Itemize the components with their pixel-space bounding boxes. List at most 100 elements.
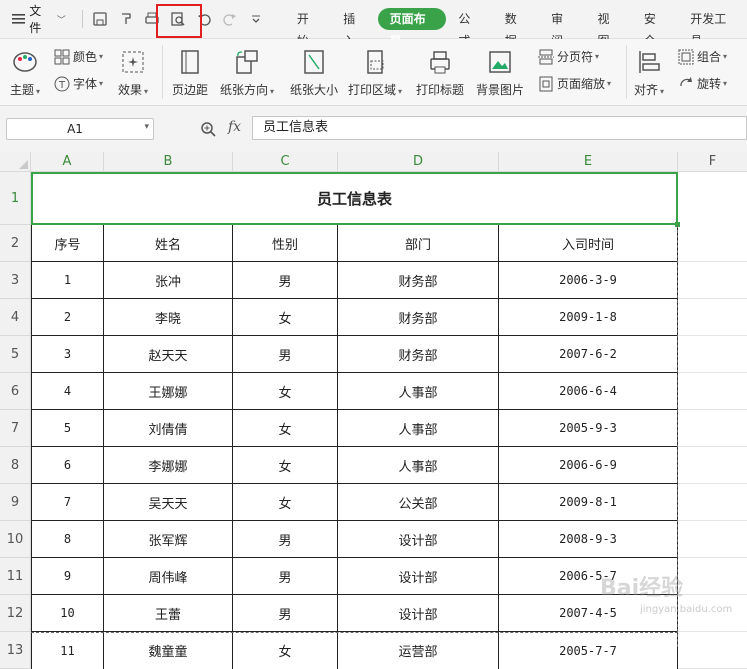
table-cell-department[interactable]: 设计部	[338, 558, 499, 595]
row-header-11[interactable]: 11	[0, 558, 31, 595]
empty-cell[interactable]	[678, 373, 747, 410]
header-cell-hire-date[interactable]: 入司时间	[499, 225, 678, 262]
table-cell-hire-date[interactable]: 2009-8-1	[499, 484, 678, 521]
row-header-8[interactable]: 8	[0, 447, 31, 484]
table-cell-hire-date[interactable]: 2007-6-2	[499, 336, 678, 373]
row-header-9[interactable]: 9	[0, 484, 31, 521]
table-cell-name[interactable]: 王娜娜	[104, 373, 233, 410]
tab-insert[interactable]: 插入	[331, 8, 377, 48]
row-header-2[interactable]: 2	[0, 225, 31, 262]
row-header-1[interactable]: 1	[0, 172, 31, 225]
table-cell-department[interactable]: 人事部	[338, 447, 499, 484]
table-cell-name[interactable]: 张冲	[104, 262, 233, 299]
column-header-c[interactable]: C	[233, 152, 338, 172]
row-header-5[interactable]: 5	[0, 336, 31, 373]
table-cell-serial[interactable]: 1	[31, 262, 104, 299]
empty-cell[interactable]	[678, 336, 747, 373]
table-cell-gender[interactable]: 男	[233, 262, 338, 299]
table-cell-department[interactable]: 设计部	[338, 521, 499, 558]
table-cell-department[interactable]: 人事部	[338, 410, 499, 447]
table-cell-hire-date[interactable]: 2005-7-7	[499, 632, 678, 669]
table-cell-serial[interactable]: 7	[31, 484, 104, 521]
sheet-title-cell[interactable]: 员工信息表	[31, 172, 680, 227]
save-icon[interactable]	[89, 8, 111, 30]
empty-cell[interactable]	[678, 410, 747, 447]
tab-page-layout[interactable]: 页面布局	[377, 8, 447, 48]
table-cell-name[interactable]: 刘倩倩	[104, 410, 233, 447]
zoom-icon[interactable]	[200, 121, 216, 137]
row-header-7[interactable]: 7	[0, 410, 31, 447]
header-cell-department[interactable]: 部门	[338, 225, 499, 262]
tab-formulas[interactable]: 公式	[446, 8, 492, 48]
format-painter-icon[interactable]	[115, 8, 137, 30]
background-image-button[interactable]: 背景图片	[476, 49, 524, 98]
redo-icon[interactable]	[219, 8, 241, 30]
empty-cell[interactable]	[678, 521, 747, 558]
table-cell-name[interactable]: 王蕾	[104, 595, 233, 632]
table-cell-department[interactable]: 人事部	[338, 373, 499, 410]
table-cell-serial[interactable]: 5	[31, 410, 104, 447]
formula-input[interactable]: 员工信息表	[252, 116, 747, 140]
select-all-corner[interactable]	[0, 152, 31, 172]
table-cell-gender[interactable]: 男	[233, 521, 338, 558]
theme-button[interactable]: 主题 ▾	[10, 49, 40, 98]
tab-view[interactable]: 视图	[586, 8, 632, 48]
column-header-b[interactable]: B	[104, 152, 233, 172]
table-cell-name[interactable]: 李娜娜	[104, 447, 233, 484]
orientation-button[interactable]: 纸张方向 ▾	[220, 49, 274, 98]
empty-cell[interactable]	[678, 262, 747, 299]
empty-cell[interactable]	[678, 558, 747, 595]
table-cell-serial[interactable]: 3	[31, 336, 104, 373]
tab-security[interactable]: 安全	[632, 8, 678, 48]
fx-icon[interactable]: fx	[228, 119, 241, 135]
fonts-button[interactable]: T 字体 ▾	[54, 75, 103, 92]
empty-cell[interactable]	[678, 447, 747, 484]
table-cell-serial[interactable]: 6	[31, 447, 104, 484]
table-cell-gender[interactable]: 男	[233, 595, 338, 632]
header-cell-serial[interactable]: 序号	[31, 225, 104, 262]
paper-size-button[interactable]: 纸张大小	[290, 49, 338, 98]
table-cell-gender[interactable]: 女	[233, 632, 338, 669]
row-header-3[interactable]: 3	[0, 262, 31, 299]
table-cell-department[interactable]: 财务部	[338, 262, 499, 299]
table-cell-hire-date[interactable]: 2006-6-9	[499, 447, 678, 484]
table-cell-hire-date[interactable]: 2006-3-9	[499, 262, 678, 299]
row-header-12[interactable]: 12	[0, 595, 31, 632]
row-header-13[interactable]: 13	[0, 632, 31, 669]
row-header-6[interactable]: 6	[0, 373, 31, 410]
print-area-button[interactable]: 打印区域 ▾	[348, 49, 402, 98]
table-cell-gender[interactable]: 女	[233, 299, 338, 336]
table-cell-department[interactable]: 运营部	[338, 632, 499, 669]
page-break-button[interactable]: 分页符 ▾	[538, 48, 599, 65]
table-cell-gender[interactable]: 女	[233, 410, 338, 447]
page-scaling-button[interactable]: 页面缩放 ▾	[538, 75, 611, 92]
empty-cell[interactable]	[678, 299, 747, 336]
empty-cell[interactable]	[678, 632, 747, 669]
customize-toolbar-icon[interactable]	[245, 8, 267, 30]
table-cell-department[interactable]: 公关部	[338, 484, 499, 521]
colors-button[interactable]: 颜色 ▾	[54, 48, 103, 65]
table-cell-gender[interactable]: 男	[233, 558, 338, 595]
table-cell-department[interactable]: 财务部	[338, 299, 499, 336]
table-cell-hire-date[interactable]: 2005-9-3	[499, 410, 678, 447]
table-cell-department[interactable]: 设计部	[338, 595, 499, 632]
column-header-a[interactable]: A	[31, 152, 104, 172]
tab-review[interactable]: 审阅	[539, 8, 585, 48]
table-cell-serial[interactable]: 10	[31, 595, 104, 632]
column-header-d[interactable]: D	[338, 152, 499, 172]
name-box[interactable]: A1 ▾	[6, 118, 154, 140]
table-cell-gender[interactable]: 女	[233, 447, 338, 484]
column-header-e[interactable]: E	[499, 152, 678, 172]
table-cell-gender[interactable]: 男	[233, 336, 338, 373]
row-header-10[interactable]: 10	[0, 521, 31, 558]
empty-cell[interactable]	[678, 225, 747, 262]
tab-data[interactable]: 数据	[493, 8, 539, 48]
table-cell-name[interactable]: 李晓	[104, 299, 233, 336]
table-cell-hire-date[interactable]: 2008-9-3	[499, 521, 678, 558]
table-cell-name[interactable]: 周伟峰	[104, 558, 233, 595]
table-cell-name[interactable]: 吴天天	[104, 484, 233, 521]
rotate-button[interactable]: 旋转 ▾	[678, 75, 727, 92]
print-titles-button[interactable]: 打印标题	[416, 49, 464, 98]
row-header-4[interactable]: 4	[0, 299, 31, 336]
tab-developer[interactable]: 开发工具	[678, 8, 747, 48]
